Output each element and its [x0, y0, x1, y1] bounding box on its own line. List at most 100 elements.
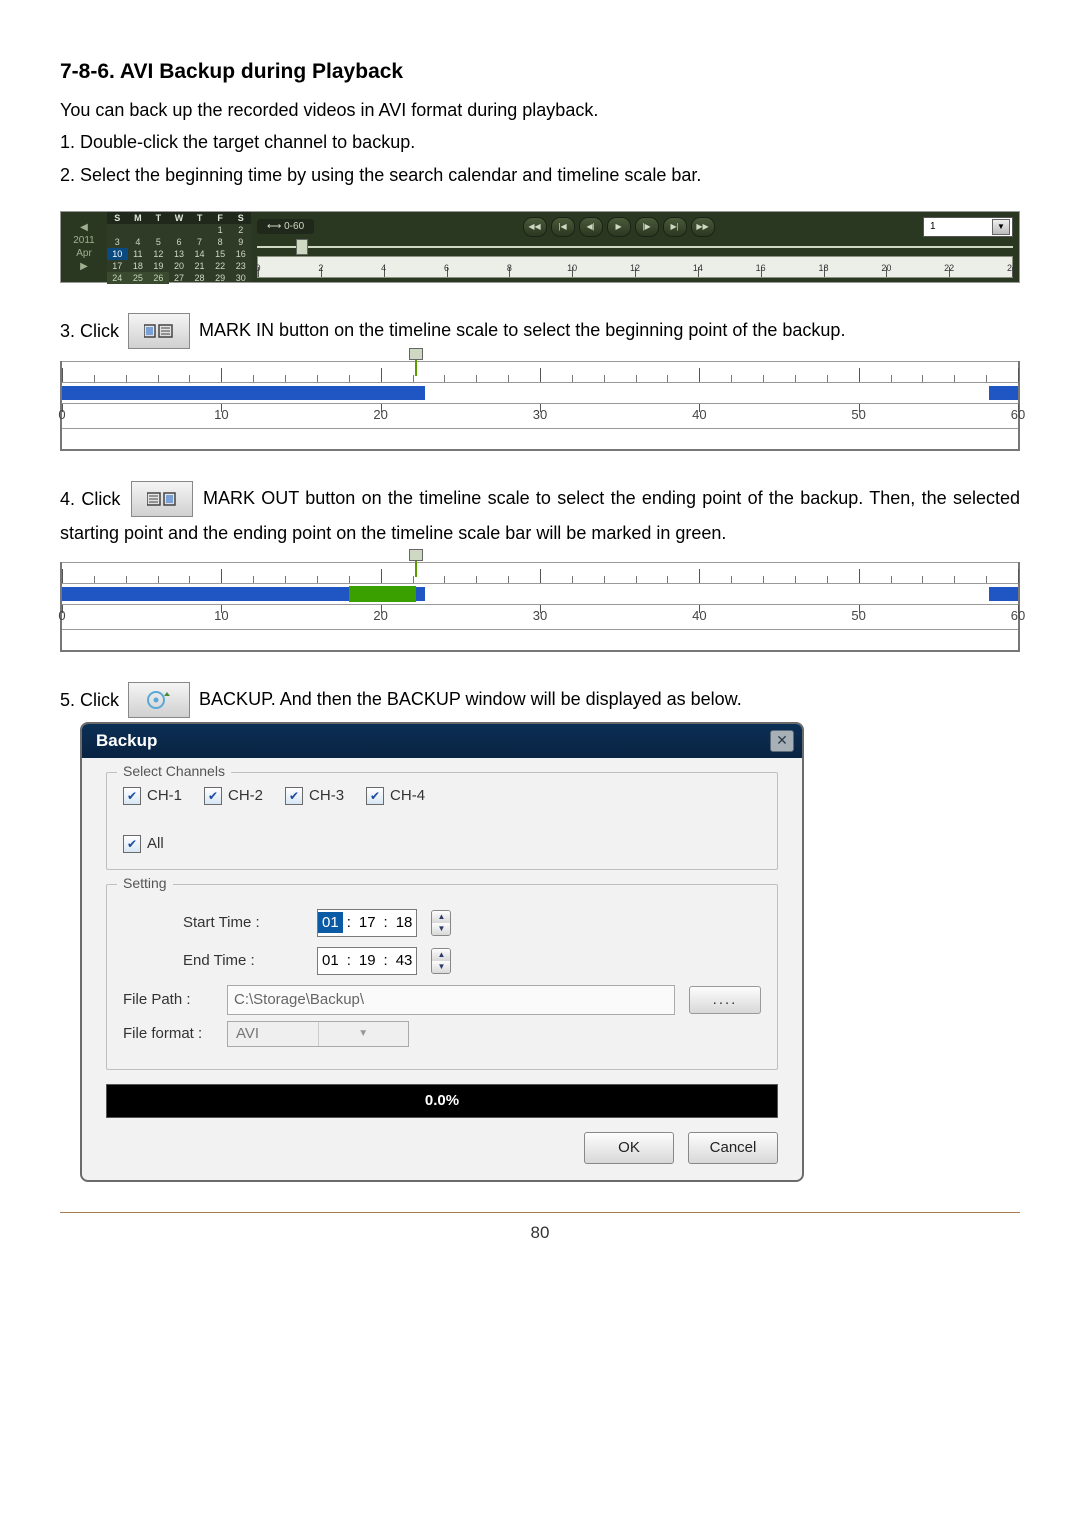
end-time-field[interactable]: 01 : 19 : 43 [317, 947, 417, 975]
timeline-label: 50 [851, 608, 865, 623]
checkbox-icon: ✔ [366, 787, 384, 805]
calendar-day[interactable]: 22 [210, 260, 231, 272]
checkbox-label: CH-1 [147, 787, 182, 804]
spinner-down-icon[interactable]: ▼ [432, 923, 450, 935]
calendar-day[interactable]: 30 [230, 272, 251, 284]
skip-end-button[interactable]: ▶| [663, 217, 687, 237]
calendar-day[interactable]: 3 [107, 236, 128, 248]
calendar-day [148, 224, 169, 236]
calendar-day[interactable]: 10 [107, 248, 128, 260]
rewind-fast-button[interactable]: ◀◀ [523, 217, 547, 237]
timeline-label: 20 [373, 407, 387, 422]
calendar-day[interactable]: 8 [210, 236, 231, 248]
chevron-down-icon[interactable]: ▼ [992, 219, 1010, 235]
calendar-day[interactable]: 28 [189, 272, 210, 284]
spinner-up-icon[interactable]: ▲ [432, 911, 450, 923]
end-second[interactable]: 43 [392, 950, 417, 971]
skip-start-button[interactable]: |◀ [551, 217, 575, 237]
timeline-label: 0 [58, 608, 65, 623]
playhead[interactable] [409, 348, 423, 376]
calendar-day[interactable]: 4 [128, 236, 149, 248]
timeline-label: 50 [851, 407, 865, 422]
calendar-dow: F [210, 212, 231, 224]
calendar-day[interactable]: 25 [128, 272, 149, 284]
next-year-icon[interactable]: ▶ [80, 261, 88, 272]
start-hour[interactable]: 01 [318, 912, 343, 933]
calendar-day[interactable]: 9 [230, 236, 251, 248]
play-button[interactable]: ▶ [607, 217, 631, 237]
selection-range [349, 586, 416, 602]
file-format-select[interactable]: AVI ▼ [227, 1021, 409, 1047]
calendar-dow: W [169, 212, 190, 224]
calendar-day[interactable]: 15 [210, 248, 231, 260]
checkbox-all[interactable]: ✔ All [123, 835, 739, 853]
calendar-day[interactable]: 7 [189, 236, 210, 248]
step-1: 1. Double-click the target channel to ba… [60, 126, 1020, 158]
checkbox-channel[interactable]: ✔CH-2 [204, 787, 263, 805]
spinner-up-icon[interactable]: ▲ [432, 949, 450, 961]
start-time-field[interactable]: 01 : 17 : 18 [317, 909, 417, 937]
coarse-slider[interactable] [257, 242, 1013, 253]
calendar-day[interactable]: 1 [210, 224, 231, 236]
checkbox-label: CH-2 [228, 787, 263, 804]
start-second[interactable]: 18 [392, 912, 417, 933]
start-time-spinner[interactable]: ▲ ▼ [431, 910, 451, 936]
calendar-day[interactable]: 21 [189, 260, 210, 272]
ruler-label: 20 [881, 263, 891, 273]
timeline-label: 10 [214, 608, 228, 623]
prev-year-icon[interactable]: ◀ [80, 222, 88, 233]
calendar-day [128, 224, 149, 236]
calendar-timeline-panel: ◀ 2011 Apr ▶ SMTWTFS12345678910111213141… [60, 211, 1020, 283]
end-time-label: End Time : [183, 952, 303, 969]
end-hour[interactable]: 01 [318, 950, 343, 971]
start-minute[interactable]: 17 [355, 912, 380, 933]
checkbox-icon: ✔ [123, 787, 141, 805]
browse-button[interactable]: .... [689, 986, 761, 1014]
calendar-grid[interactable]: SMTWTFS123456789101112131415161718192021… [107, 212, 251, 282]
calendar-dow: S [230, 212, 251, 224]
progress-bar: 0.0% [106, 1084, 778, 1118]
calendar-day[interactable]: 23 [230, 260, 251, 272]
calendar-day[interactable]: 17 [107, 260, 128, 272]
backup-button[interactable] [128, 682, 190, 718]
calendar-day[interactable]: 5 [148, 236, 169, 248]
step-forward-button[interactable]: |▶ [635, 217, 659, 237]
calendar-day[interactable]: 29 [210, 272, 231, 284]
close-button[interactable]: ✕ [770, 730, 794, 752]
calendar-day[interactable]: 13 [169, 248, 190, 260]
end-minute[interactable]: 19 [355, 950, 380, 971]
mark-out-button[interactable] [131, 481, 193, 517]
calendar-day[interactable]: 6 [169, 236, 190, 248]
calendar-day[interactable]: 18 [128, 260, 149, 272]
chevron-down-icon[interactable]: ▼ [318, 1022, 409, 1046]
ok-button[interactable]: OK [584, 1132, 674, 1164]
step-back-button[interactable]: ◀| [579, 217, 603, 237]
playhead[interactable] [409, 549, 423, 577]
calendar-day[interactable]: 2 [230, 224, 251, 236]
end-time-spinner[interactable]: ▲ ▼ [431, 948, 451, 974]
calendar-day[interactable]: 14 [189, 248, 210, 260]
forward-fast-button[interactable]: ▶▶ [691, 217, 715, 237]
calendar-day[interactable]: 19 [148, 260, 169, 272]
zoom-range-pill[interactable]: ⟷ 0-60 [257, 219, 314, 234]
checkbox-channel[interactable]: ✔ CH-1 [123, 787, 182, 805]
timeline-label: 40 [692, 608, 706, 623]
checkbox-label: CH-3 [309, 787, 344, 804]
channel-select[interactable]: 1 ▼ [923, 217, 1013, 237]
calendar-day[interactable]: 20 [169, 260, 190, 272]
cancel-button[interactable]: Cancel [688, 1132, 778, 1164]
spinner-down-icon[interactable]: ▼ [432, 961, 450, 973]
mark-in-button[interactable] [128, 313, 190, 349]
checkbox-channel[interactable]: ✔CH-4 [366, 787, 425, 805]
calendar-day[interactable]: 11 [128, 248, 149, 260]
timeline-label: 30 [533, 407, 547, 422]
timeline-label: 20 [373, 608, 387, 623]
calendar-day[interactable]: 24 [107, 272, 128, 284]
calendar-day[interactable]: 27 [169, 272, 190, 284]
calendar-day[interactable]: 26 [148, 272, 169, 284]
calendar-day[interactable]: 16 [230, 248, 251, 260]
select-channels-group: Select Channels ✔CH-1✔CH-2✔CH-3✔CH-4 ✔ A… [106, 772, 778, 870]
calendar-day[interactable]: 12 [148, 248, 169, 260]
checkbox-channel[interactable]: ✔CH-3 [285, 787, 344, 805]
year-month-switcher[interactable]: ◀ 2011 Apr ▶ [61, 212, 107, 282]
